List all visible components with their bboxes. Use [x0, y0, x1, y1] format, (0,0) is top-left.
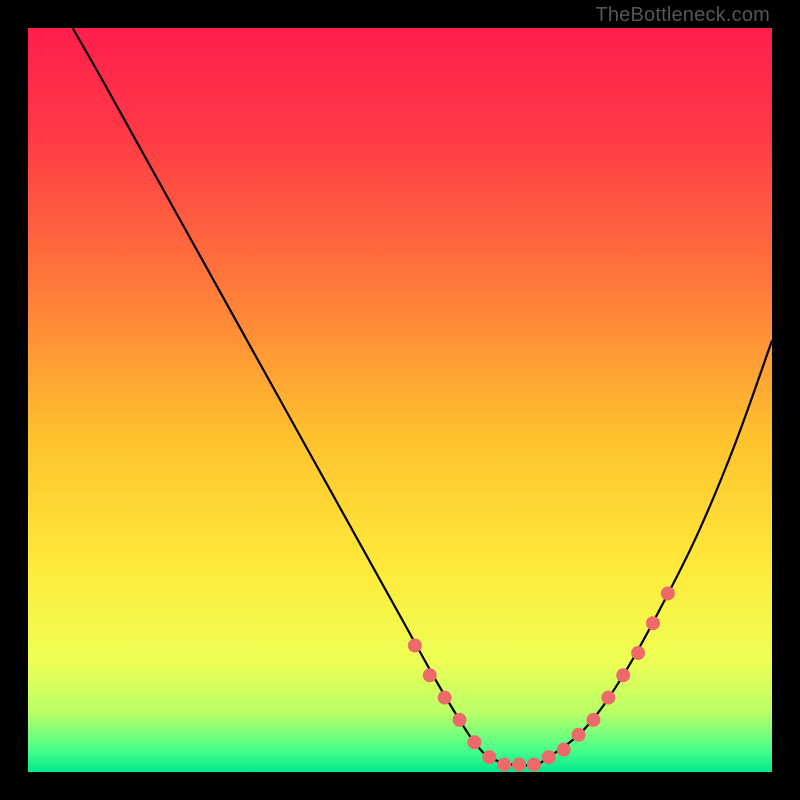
chart-plot-area: [28, 28, 772, 772]
marker-dot: [438, 691, 452, 705]
marker-dot: [527, 758, 541, 772]
marker-dot: [408, 639, 422, 653]
marker-dot: [586, 713, 600, 727]
marker-dot: [616, 668, 630, 682]
watermark-text: TheBottleneck.com: [595, 4, 770, 27]
marker-dot: [482, 750, 496, 764]
gradient-background: [28, 28, 772, 772]
marker-dot: [661, 586, 675, 600]
marker-dot: [631, 646, 645, 660]
chart-frame: TheBottleneck.com: [0, 0, 800, 800]
marker-dot: [557, 743, 571, 757]
marker-dot: [601, 691, 615, 705]
marker-dot: [453, 713, 467, 727]
marker-dot: [423, 668, 437, 682]
marker-dot: [512, 758, 526, 772]
marker-dot: [572, 728, 586, 742]
marker-dot: [497, 758, 511, 772]
chart-svg: [28, 28, 772, 772]
marker-dot: [646, 616, 660, 630]
marker-dot: [467, 735, 481, 749]
marker-dot: [542, 750, 556, 764]
